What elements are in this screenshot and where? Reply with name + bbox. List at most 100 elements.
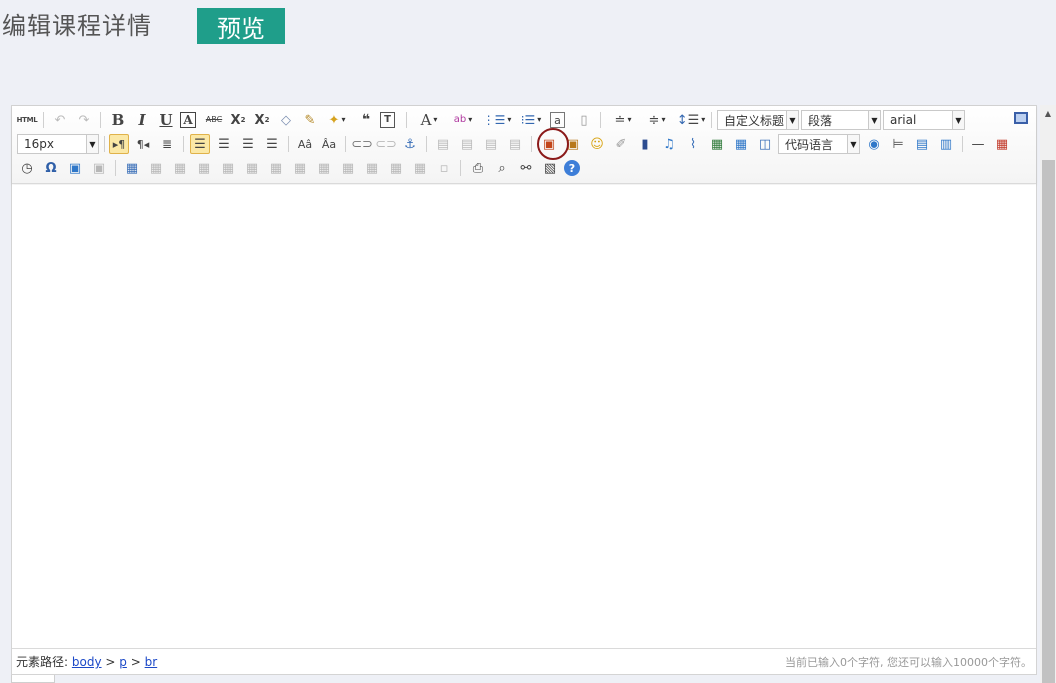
- unlink-icon[interactable]: ⊂⊃: [375, 134, 397, 154]
- path-p-link[interactable]: p: [119, 655, 127, 669]
- link-icon[interactable]: ⊂⊃: [351, 134, 373, 154]
- ltr-direction-icon[interactable]: ▸¶: [109, 134, 129, 154]
- highlight-color-icon[interactable]: ab ▾: [448, 110, 478, 130]
- delete-col-icon[interactable]: ▦: [266, 158, 286, 178]
- merge-down-icon[interactable]: ▦: [338, 158, 358, 178]
- custom-heading-select[interactable]: 自定义标题 ▼: [717, 110, 799, 130]
- lowercase-icon[interactable]: Âa: [319, 134, 339, 154]
- paste-plain-icon[interactable]: T: [380, 112, 395, 128]
- row-spacing-top-icon[interactable]: ≐ ▾: [608, 110, 638, 130]
- image-left-icon[interactable]: ▤: [457, 134, 477, 154]
- time-icon[interactable]: ◷: [17, 158, 37, 178]
- image-right-icon[interactable]: ▤: [481, 134, 501, 154]
- path-body-link[interactable]: body: [72, 655, 102, 669]
- separator: [460, 160, 461, 176]
- editor-content[interactable]: [12, 185, 1036, 648]
- font-border-icon[interactable]: A: [180, 112, 196, 128]
- path-separator: >: [130, 655, 141, 669]
- merge-right-icon[interactable]: ▦: [314, 158, 334, 178]
- horizontal-rule-icon[interactable]: —: [968, 134, 988, 154]
- paragraph-value: 段落: [808, 113, 833, 128]
- rtl-direction-icon[interactable]: ¶◂: [133, 134, 153, 154]
- insert-frame-icon[interactable]: ◫: [755, 134, 775, 154]
- image-center-icon[interactable]: ▤: [505, 134, 525, 154]
- format-painter-icon[interactable]: ✎: [300, 110, 320, 130]
- image-none-icon[interactable]: ▤: [433, 134, 453, 154]
- code-language-value: 代码语言: [785, 137, 834, 152]
- strikethrough-icon[interactable]: ABC: [204, 110, 224, 130]
- delete-table-icon[interactable]: ▦: [146, 158, 166, 178]
- italic-icon[interactable]: I: [132, 110, 152, 130]
- row-spacing-bottom-icon[interactable]: ≑ ▾: [642, 110, 672, 130]
- font-family-select[interactable]: arial ▼: [883, 110, 965, 130]
- merge-cells-icon[interactable]: ▦: [290, 158, 310, 178]
- html-source-icon[interactable]: HTML: [17, 110, 38, 130]
- word-image-icon[interactable]: ▥: [936, 134, 956, 154]
- separator: [115, 160, 116, 176]
- page-scrollbar[interactable]: ▲: [1040, 105, 1056, 683]
- align-right-icon[interactable]: ☰: [238, 134, 258, 154]
- split-cols-icon[interactable]: ▦: [410, 158, 430, 178]
- split-rows-icon[interactable]: ▦: [386, 158, 406, 178]
- draft-icon[interactable]: ▧: [540, 158, 560, 178]
- code-language-select[interactable]: 代码语言 ▼: [778, 134, 860, 154]
- anchor-icon[interactable]: ⚓: [400, 134, 420, 154]
- separator: [345, 136, 346, 152]
- underline-icon[interactable]: U: [156, 110, 176, 130]
- delete-row-icon[interactable]: ▦: [218, 158, 238, 178]
- paragraph-select[interactable]: 段落 ▼: [801, 110, 881, 130]
- align-center-icon[interactable]: ☰: [214, 134, 234, 154]
- redo-icon[interactable]: ↷: [74, 110, 94, 130]
- indent-icon[interactable]: ≣: [157, 134, 177, 154]
- date-icon[interactable]: ▦: [992, 134, 1012, 154]
- unordered-list-icon[interactable]: ⁝☰ ▾: [516, 110, 546, 130]
- select-all-icon[interactable]: a: [550, 112, 565, 128]
- pagebreak-icon[interactable]: ⊨: [888, 134, 908, 154]
- insert-row-icon[interactable]: ▦: [194, 158, 214, 178]
- align-left-icon[interactable]: ☰: [190, 134, 210, 154]
- gmap-icon[interactable]: ▦: [731, 134, 751, 154]
- bold-icon[interactable]: B: [108, 110, 128, 130]
- special-chars-icon[interactable]: Ω: [41, 158, 61, 178]
- music-icon[interactable]: ♫: [659, 134, 679, 154]
- scroll-up-icon[interactable]: ▲: [1040, 105, 1056, 121]
- ordered-list-icon[interactable]: ⋮☰ ▾: [482, 110, 512, 130]
- line-height-icon[interactable]: ↕ ☰ ▾: [676, 110, 706, 130]
- subscript-icon[interactable]: X2: [252, 110, 272, 130]
- separator: [531, 136, 532, 152]
- insert-video-icon[interactable]: ▮: [635, 134, 655, 154]
- blockquote-icon[interactable]: ❝: [356, 110, 376, 130]
- split-cells-icon[interactable]: ▦: [362, 158, 382, 178]
- undo-icon[interactable]: ↶: [50, 110, 70, 130]
- resize-handle[interactable]: [11, 675, 55, 683]
- map-icon[interactable]: ▦: [707, 134, 727, 154]
- preview-button[interactable]: 预览: [197, 8, 285, 44]
- insert-col-icon[interactable]: ▦: [242, 158, 262, 178]
- help-icon[interactable]: ?: [564, 160, 580, 176]
- background-icon[interactable]: ▤: [912, 134, 932, 154]
- scrawl-icon[interactable]: ✐: [611, 134, 631, 154]
- toolbar-row-2: 16px ▼ ▸¶ ¶◂ ≣ ☰ ☰ ☰ ☰ Aâ Âa ⊂⊃ ⊂⊃ ⚓ ▤ ▤…: [12, 132, 1036, 156]
- paragraph-before-table-icon[interactable]: ▦: [170, 158, 190, 178]
- uppercase-icon[interactable]: Aâ: [295, 134, 315, 154]
- align-justify-icon[interactable]: ☰: [262, 134, 282, 154]
- superscript-icon[interactable]: X2: [228, 110, 248, 130]
- preview-icon[interactable]: ⌕: [492, 158, 512, 178]
- font-size-select[interactable]: 16px ▼: [17, 134, 99, 154]
- scrollbar-thumb[interactable]: [1042, 160, 1055, 683]
- eraser-icon[interactable]: ◇: [276, 110, 296, 130]
- insert-table-icon[interactable]: ▦: [122, 158, 142, 178]
- auto-typeset-icon[interactable]: ✦ ▾: [324, 110, 350, 130]
- word-paste-icon[interactable]: ▣: [89, 158, 109, 178]
- path-br-link[interactable]: br: [145, 655, 158, 669]
- attachment-icon[interactable]: ⌇: [683, 134, 703, 154]
- print-icon[interactable]: ⎙: [468, 158, 488, 178]
- clear-doc-icon[interactable]: ▯: [574, 110, 594, 130]
- template-icon[interactable]: ◉: [864, 134, 884, 154]
- chart-icon[interactable]: ▫: [434, 158, 454, 178]
- snapscreen-icon[interactable]: ▣: [65, 158, 85, 178]
- font-color-icon[interactable]: A ▾: [414, 110, 444, 130]
- search-replace-icon[interactable]: ⚯: [516, 158, 536, 178]
- fullscreen-icon[interactable]: [1014, 112, 1028, 124]
- emotion-icon[interactable]: ☺: [587, 134, 607, 154]
